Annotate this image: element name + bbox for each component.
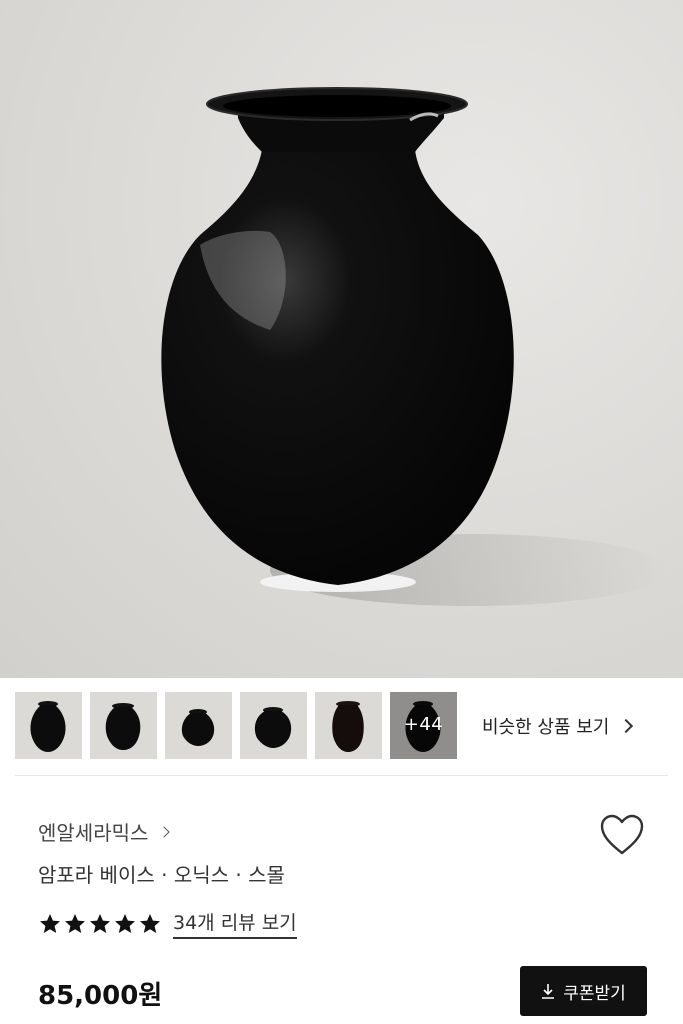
product-main-image[interactable] — [0, 0, 683, 678]
vase-thumb-icon — [332, 701, 364, 752]
rating-row: 34개 리뷰 보기 — [38, 908, 297, 939]
similar-products-label: 비슷한 상품 보기 — [482, 717, 610, 738]
thumbnail-2[interactable] — [90, 692, 157, 759]
heart-icon[interactable] — [599, 813, 645, 857]
reviews-link[interactable]: 34개 리뷰 보기 — [173, 908, 297, 939]
vase-thumb-icon — [254, 707, 292, 748]
download-icon — [542, 984, 555, 999]
vase-thumb-icon — [30, 701, 66, 752]
coupon-download-button[interactable]: 쿠폰받기 — [520, 966, 647, 1016]
star-icon — [40, 913, 60, 933]
thumbnail-3[interactable] — [165, 692, 232, 759]
vase-illustration — [161, 87, 670, 606]
product-price: 85,000원 — [38, 981, 163, 1011]
chevron-right-icon — [619, 718, 634, 734]
star-icon — [140, 913, 160, 933]
more-images-count: +44 — [403, 714, 444, 735]
coupon-label: 쿠폰받기 — [563, 983, 626, 1004]
vase-thumb-icon — [105, 703, 141, 750]
divider — [15, 775, 668, 776]
star-icon — [65, 913, 85, 933]
product-title: 암포라 베이스 · 오닉스 · 스몰 — [38, 863, 285, 887]
thumbnail-1[interactable] — [15, 692, 82, 759]
thumbnail-4[interactable] — [240, 692, 307, 759]
brand-name: 엔알세라믹스 — [38, 821, 149, 845]
star-icon — [90, 913, 110, 933]
brand-link[interactable]: 엔알세라믹스 — [38, 817, 171, 846]
chevron-right-icon — [158, 825, 171, 838]
thumbnail-5[interactable] — [315, 692, 382, 759]
similar-products-link[interactable]: 비슷한 상품 보기 — [482, 713, 634, 739]
vase-thumb-icon — [181, 709, 215, 746]
star-icon — [115, 913, 135, 933]
thumbnail-strip: +44 — [15, 692, 457, 760]
thumbnail-more[interactable]: +44 — [390, 692, 457, 759]
